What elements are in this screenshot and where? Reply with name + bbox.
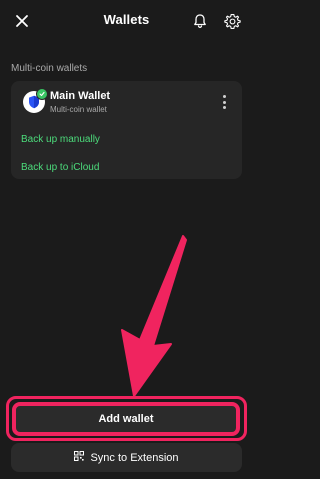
bell-icon[interactable]: [190, 11, 210, 31]
sync-extension-button[interactable]: Sync to Extension: [11, 443, 242, 472]
gear-icon[interactable]: [222, 11, 242, 31]
wallet-subtitle: Multi-coin wallet: [50, 105, 107, 114]
qr-code-icon: [74, 451, 85, 464]
more-vertical-icon[interactable]: [217, 93, 231, 111]
check-badge-icon: [36, 88, 48, 100]
page-title: Wallets: [103, 12, 150, 27]
shield-icon: [23, 88, 48, 113]
top-bar: Wallets: [0, 0, 253, 42]
sync-extension-label: Sync to Extension: [90, 451, 179, 464]
wallet-card: Main Wallet Multi-coin wallet Back up ma…: [11, 81, 242, 179]
wallet-row[interactable]: Main Wallet Multi-coin wallet: [11, 81, 242, 121]
backup-manually-link[interactable]: Back up manually: [21, 134, 100, 145]
section-label: Multi-coin wallets: [11, 63, 88, 74]
add-wallet-button[interactable]: Add wallet: [12, 402, 240, 436]
backup-icloud-link[interactable]: Back up to iCloud: [21, 162, 99, 173]
wallet-name: Main Wallet: [50, 90, 111, 102]
